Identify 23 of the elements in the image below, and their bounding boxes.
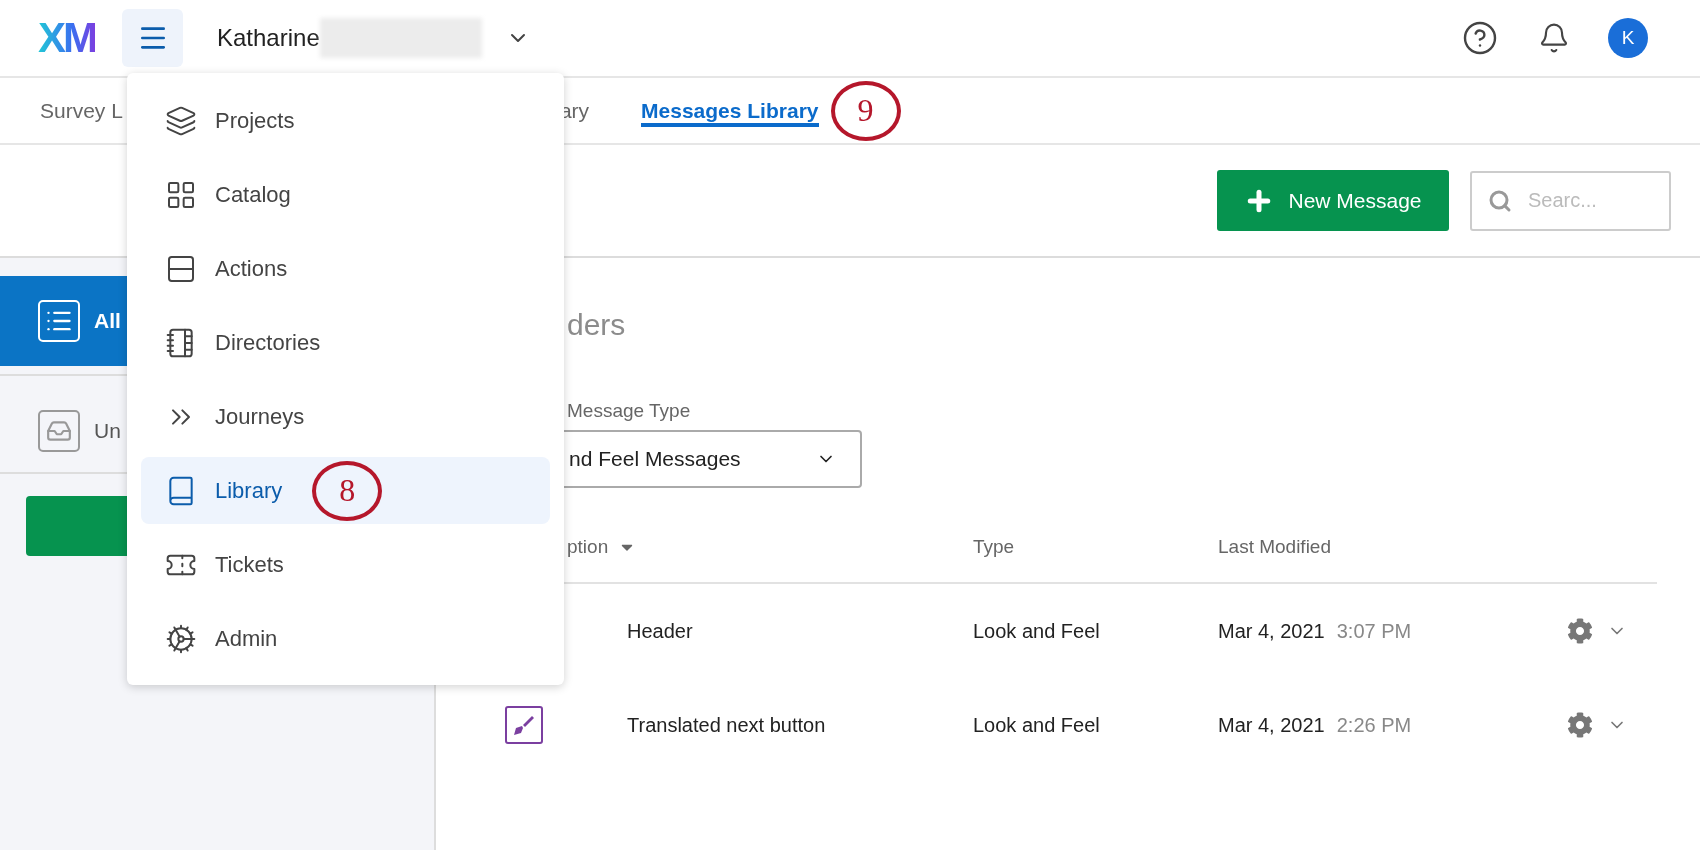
table-cell: Translated next button [627,713,826,737]
menu-item-label: Catalog [215,181,291,208]
menu-item-label: Admin [215,625,278,652]
account-name: Katharine [217,24,320,52]
menu-item-label: Actions [215,255,288,282]
sidebar-item-label: Un [94,419,121,443]
menu-item-label: Journeys [215,403,305,430]
menu-item-label: Directories [215,329,321,356]
table-cell: Look and Feel [973,713,1100,737]
table-cell: Header [627,619,693,643]
annotation-marker: 8 [312,460,383,521]
time-text: 3:07 PM [1336,619,1412,643]
date-text: Mar 4, 2021 [1218,619,1325,643]
filter-label: Message Type [566,400,692,422]
sidebar-item-label: All [94,309,121,333]
table-cell: Look and Feel [973,619,1100,643]
date-text: Mar 4, 2021 [1218,713,1325,737]
annotation-marker: 9 [830,80,901,141]
time-text: 2:26 PM [1336,713,1412,737]
menu-item-label: Library [215,477,283,504]
menu-item-label: Projects [215,107,295,134]
menu-item-label: Tickets [215,551,284,578]
section-heading: ders [566,308,627,342]
